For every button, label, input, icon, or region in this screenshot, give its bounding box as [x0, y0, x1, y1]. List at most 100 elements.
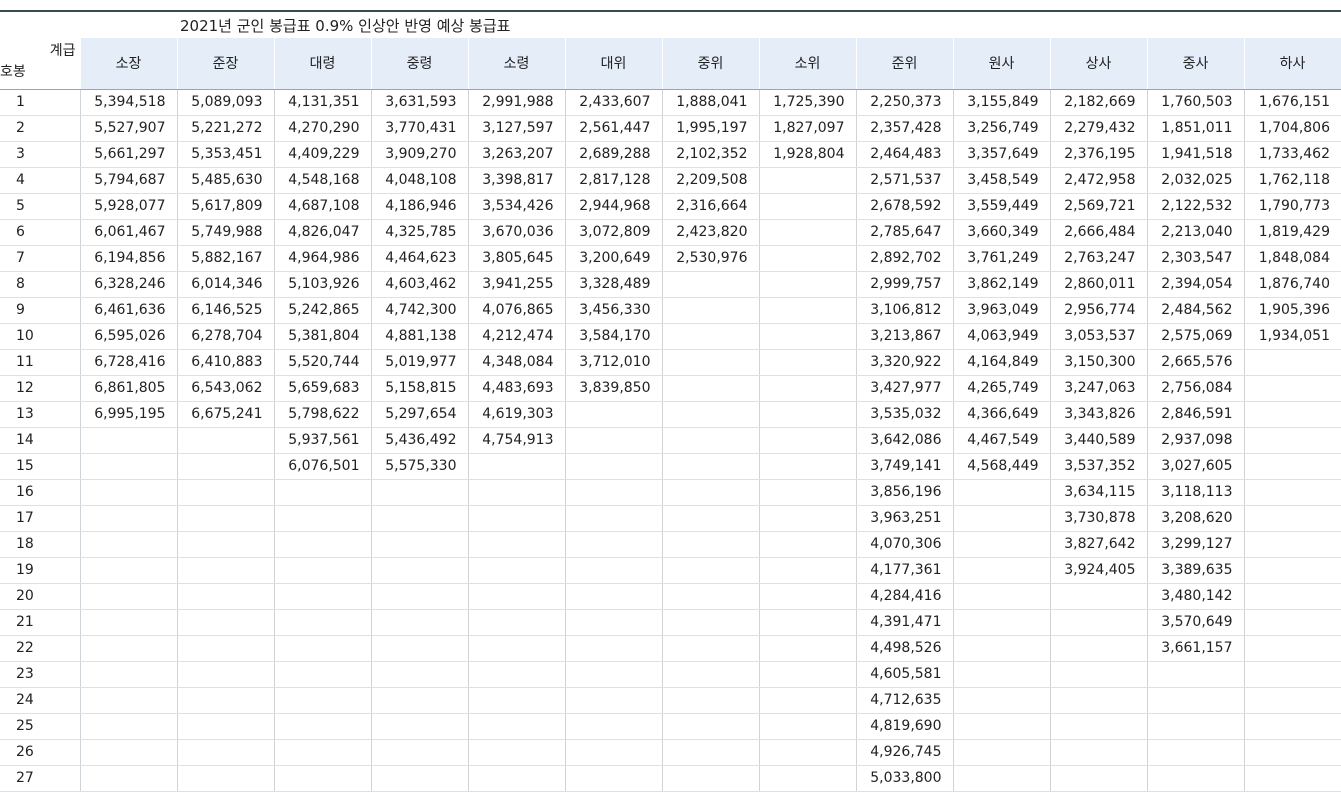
pay-cell: 1,851,011 — [1147, 115, 1245, 142]
pay-cell: 4,754,913 — [468, 427, 566, 454]
pay-cell — [1050, 713, 1148, 740]
pay-cell: 4,926,745 — [856, 739, 954, 766]
rank-header: 준위 — [855, 38, 954, 90]
pay-cell: 5,928,077 — [80, 193, 178, 220]
pay-cell: 2,937,098 — [1147, 427, 1245, 454]
pay-cell: 3,299,127 — [1147, 531, 1245, 558]
pay-cell — [953, 609, 1051, 636]
pay-cell: 4,391,471 — [856, 609, 954, 636]
pay-cell: 3,856,196 — [856, 479, 954, 506]
pay-cell: 1,725,390 — [759, 89, 857, 116]
step-cell: 26 — [0, 739, 81, 766]
step-cell: 7 — [0, 245, 81, 272]
pay-cell: 5,436,492 — [371, 427, 469, 454]
pay-cell — [80, 557, 178, 584]
pay-cell: 3,670,036 — [468, 219, 566, 246]
pay-cell — [1050, 635, 1148, 662]
pay-cell: 3,839,850 — [565, 375, 663, 402]
pay-cell: 2,689,288 — [565, 141, 663, 168]
pay-cell: 6,194,856 — [80, 245, 178, 272]
pay-cell — [953, 713, 1051, 740]
table-row: 18 4,070,306 3,827,642 3,299,127 — [0, 531, 1341, 558]
pay-cell — [468, 661, 566, 688]
pay-cell: 6,014,346 — [177, 271, 275, 298]
pay-cell — [177, 739, 275, 766]
pay-cell: 1,941,518 — [1147, 141, 1245, 168]
pay-cell: 4,063,949 — [953, 323, 1051, 350]
pay-cell — [1050, 687, 1148, 714]
pay-cell: 4,048,108 — [371, 167, 469, 194]
pay-cell — [662, 583, 760, 610]
pay-cell — [177, 479, 275, 506]
pay-cell — [662, 323, 760, 350]
pay-cell — [177, 557, 275, 584]
pay-cell — [565, 713, 663, 740]
rank-header: 중사 — [1146, 38, 1245, 90]
step-cell: 14 — [0, 427, 81, 454]
pay-cell — [468, 479, 566, 506]
pay-cell: 3,155,849 — [953, 89, 1051, 116]
pay-cell: 4,325,785 — [371, 219, 469, 246]
rank-header: 원사 — [952, 38, 1051, 90]
pay-cell — [177, 765, 275, 792]
pay-cell — [177, 687, 275, 714]
pay-cell: 3,072,809 — [565, 219, 663, 246]
pay-cell: 3,584,170 — [565, 323, 663, 350]
pay-cell — [468, 583, 566, 610]
pay-cell — [80, 479, 178, 506]
pay-cell: 1,905,396 — [1244, 297, 1341, 324]
step-cell: 4 — [0, 167, 81, 194]
pay-cell — [662, 271, 760, 298]
step-cell: 17 — [0, 505, 81, 532]
pay-cell: 5,485,630 — [177, 167, 275, 194]
pay-cell: 2,999,757 — [856, 271, 954, 298]
pay-cell: 6,995,195 — [80, 401, 178, 428]
pay-cell — [565, 401, 663, 428]
step-cell: 25 — [0, 713, 81, 740]
table-row: 8 6,328,246 6,014,346 5,103,926 4,603,462 3,9… — [0, 271, 1341, 298]
pay-cell: 3,357,649 — [953, 141, 1051, 168]
pay-cell — [1244, 505, 1341, 532]
pay-cell — [371, 661, 469, 688]
pay-cell: 4,366,649 — [953, 401, 1051, 428]
pay-cell: 3,150,300 — [1050, 349, 1148, 376]
pay-cell: 2,665,576 — [1147, 349, 1245, 376]
pay-cell: 2,423,820 — [662, 219, 760, 246]
pay-cell — [1244, 635, 1341, 662]
pay-cell: 6,461,636 — [80, 297, 178, 324]
pay-table-body: 1 5,394,518 5,089,093 4,131,351 3,631,593 2,9… — [0, 89, 1341, 792]
pay-cell: 3,208,620 — [1147, 505, 1245, 532]
pay-cell: 3,213,867 — [856, 323, 954, 350]
pay-cell: 3,398,817 — [468, 167, 566, 194]
step-cell: 24 — [0, 687, 81, 714]
pay-cell — [759, 453, 857, 480]
table-row: 16 3,856,196 3,634,115 3,118,113 — [0, 479, 1341, 506]
pay-cell: 3,661,157 — [1147, 635, 1245, 662]
pay-cell: 6,076,501 — [274, 453, 372, 480]
step-cell: 3 — [0, 141, 81, 168]
pay-cell: 2,846,591 — [1147, 401, 1245, 428]
table-row: 10 6,595,026 6,278,704 5,381,804 4,881,138 4,… — [0, 323, 1341, 350]
pay-cell: 4,568,449 — [953, 453, 1051, 480]
pay-cell — [468, 739, 566, 766]
pay-cell — [759, 583, 857, 610]
pay-cell: 5,394,518 — [80, 89, 178, 116]
pay-cell — [274, 635, 372, 662]
pay-cell: 3,440,589 — [1050, 427, 1148, 454]
pay-cell — [759, 739, 857, 766]
table-row: 15 6,076,501 5,575,330 3,749,141 4,568,449 3,… — [0, 453, 1341, 480]
pay-cell: 2,991,988 — [468, 89, 566, 116]
corner-rank-label: 계급 — [49, 43, 76, 59]
pay-cell: 4,409,229 — [274, 141, 372, 168]
pay-cell: 3,941,255 — [468, 271, 566, 298]
pay-cell: 5,798,622 — [274, 401, 372, 428]
pay-cell — [80, 661, 178, 688]
pay-cell: 4,498,526 — [856, 635, 954, 662]
pay-cell — [662, 401, 760, 428]
pay-cell — [177, 713, 275, 740]
pay-cell: 3,127,597 — [468, 115, 566, 142]
table-row: 3 5,661,297 5,353,451 4,409,229 3,909,270 3,2… — [0, 141, 1341, 168]
pay-cell — [1244, 453, 1341, 480]
pay-cell — [274, 479, 372, 506]
pay-cell: 2,209,508 — [662, 167, 760, 194]
